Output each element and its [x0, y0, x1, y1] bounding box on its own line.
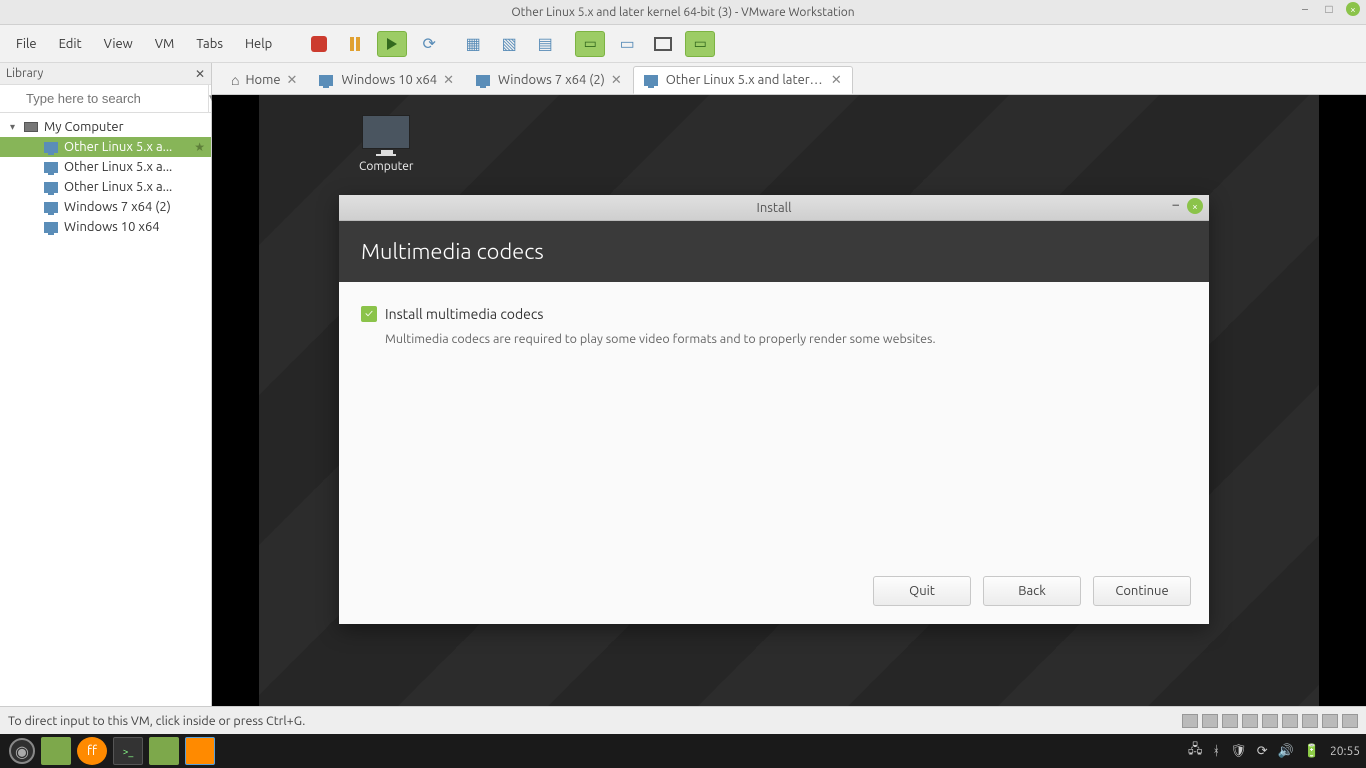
taskbar-folder-icon[interactable] — [149, 737, 179, 765]
toolbar-snapshot-icon[interactable]: ▦ — [459, 30, 487, 58]
vm-icon — [44, 222, 58, 233]
main-area: ⌂ Home ✕ Windows 10 x64 ✕ Windows 7 x64 … — [212, 63, 1366, 706]
installer-minimize-icon[interactable]: – — [1173, 198, 1180, 214]
tray-bluetooth-icon[interactable]: ᚼ — [1212, 744, 1220, 758]
desktop-computer-icon[interactable]: Computer — [359, 115, 413, 173]
tray-network-icon[interactable]: 🖧 — [1188, 740, 1203, 762]
library-item[interactable]: Windows 7 x64 (2) — [0, 197, 211, 217]
toolbar-unity-icon[interactable]: ▭ — [613, 30, 641, 58]
device-icon[interactable] — [1182, 714, 1198, 728]
tray-volume-icon[interactable]: 🔊 — [1278, 744, 1294, 759]
installer-heading: Multimedia codecs — [339, 221, 1209, 282]
tray-updates-icon[interactable]: 🛡 — [1230, 744, 1247, 759]
install-codecs-label: Install multimedia codecs — [385, 306, 543, 322]
vm-icon — [476, 75, 490, 86]
tab-bar: ⌂ Home ✕ Windows 10 x64 ✕ Windows 7 x64 … — [212, 63, 1366, 95]
toolbar-console-button[interactable]: ▭ — [575, 31, 605, 57]
vm-icon — [644, 75, 658, 86]
status-bar: To direct input to this VM, click inside… — [0, 706, 1366, 734]
library-item[interactable]: Other Linux 5.x a... — [0, 177, 211, 197]
menu-view[interactable]: View — [94, 33, 143, 55]
install-codecs-description: Multimedia codecs are required to play s… — [385, 332, 1187, 346]
guest-display[interactable]: Computer Install – × Multimedia codecs — [212, 95, 1366, 706]
tray-sync-icon[interactable]: ⟳ — [1257, 744, 1268, 759]
menu-vm[interactable]: VM — [145, 33, 185, 55]
vm-icon — [44, 202, 58, 213]
window-minimize-icon[interactable]: – — [1298, 2, 1312, 16]
device-icon[interactable] — [1302, 714, 1318, 728]
toolbar-manage-icon[interactable]: ▤ — [531, 30, 559, 58]
library-close-icon[interactable]: ✕ — [195, 67, 205, 81]
menu-help[interactable]: Help — [235, 33, 282, 55]
device-icon[interactable] — [1282, 714, 1298, 728]
toolbar-stop-button[interactable] — [305, 30, 333, 58]
device-icon[interactable] — [1222, 714, 1238, 728]
tab-close-icon[interactable]: ✕ — [611, 73, 622, 88]
tab-home[interactable]: ⌂ Home ✕ — [220, 66, 308, 94]
library-item[interactable]: Windows 10 x64 — [0, 217, 211, 237]
vm-icon — [44, 142, 58, 153]
taskbar-clock[interactable]: 20:55 — [1330, 745, 1360, 758]
library-item[interactable]: Other Linux 5.x a... — [0, 157, 211, 177]
tab-vm[interactable]: Windows 7 x64 (2) ✕ — [465, 66, 633, 94]
quit-button[interactable]: Quit — [873, 576, 971, 606]
status-device-icons — [1182, 714, 1358, 728]
back-button[interactable]: Back — [983, 576, 1081, 606]
taskbar-terminal-icon[interactable]: >_ — [113, 737, 143, 765]
host-taskbar: ◉ ff >_ 🖧 ᚼ 🛡 ⟳ 🔊 🔋 20:55 — [0, 734, 1366, 768]
device-icon[interactable] — [1242, 714, 1258, 728]
toolbar-revert-icon[interactable]: ▧ — [495, 30, 523, 58]
window-titlebar: Other Linux 5.x and later kernel 64-bit … — [0, 0, 1366, 25]
tab-close-icon[interactable]: ✕ — [443, 73, 454, 88]
taskbar-files-icon[interactable] — [41, 737, 71, 765]
vm-icon — [44, 162, 58, 173]
library-item[interactable]: Other Linux 5.x a... — [0, 137, 211, 157]
vm-icon — [319, 75, 333, 86]
toolbar-fullscreen-icon[interactable] — [649, 30, 677, 58]
library-panel: Library ✕ ▾ ▾ My Computer Other Linux 5.… — [0, 63, 212, 706]
continue-button[interactable]: Continue — [1093, 576, 1191, 606]
vm-icon — [44, 182, 58, 193]
toolbar-restart-icon[interactable]: ⟳ — [415, 30, 443, 58]
toolbar-pause-button[interactable] — [341, 30, 369, 58]
installer-titlebar: Install – × — [339, 195, 1209, 221]
library-search-input[interactable] — [0, 85, 208, 112]
window-title: Other Linux 5.x and later kernel 64-bit … — [511, 6, 854, 19]
installer-close-icon[interactable]: × — [1187, 198, 1203, 214]
device-icon[interactable] — [1262, 714, 1278, 728]
library-root[interactable]: ▾ My Computer — [0, 117, 211, 137]
menu-tabs[interactable]: Tabs — [186, 33, 233, 55]
installer-dialog: Install – × Multimedia codecs ✓ Install … — [339, 195, 1209, 624]
device-icon[interactable] — [1322, 714, 1338, 728]
home-icon: ⌂ — [231, 72, 239, 88]
library-title: Library — [6, 67, 43, 80]
taskbar-firefox-icon[interactable]: ff — [77, 737, 107, 765]
install-codecs-checkbox[interactable]: ✓ — [361, 306, 377, 322]
toolbar-play-button[interactable] — [377, 31, 407, 57]
tray-battery-icon[interactable]: 🔋 — [1304, 744, 1320, 759]
menu-bar: File Edit View VM Tabs Help ⟳ ▦ ▧ ▤ ▭ ▭ … — [0, 25, 1366, 63]
taskbar-vmware-icon[interactable] — [185, 737, 215, 765]
device-icon[interactable] — [1202, 714, 1218, 728]
mint-menu-icon[interactable]: ◉ — [9, 738, 35, 764]
menu-file[interactable]: File — [6, 33, 47, 55]
window-close-icon[interactable]: × — [1346, 2, 1360, 16]
tab-close-icon[interactable]: ✕ — [287, 73, 298, 88]
tab-close-icon[interactable]: ✕ — [831, 73, 842, 88]
status-hint: To direct input to this VM, click inside… — [8, 714, 305, 728]
window-maximize-icon[interactable]: □ — [1322, 2, 1336, 16]
tab-vm-active[interactable]: Other Linux 5.x and later kerne... ✕ — [633, 66, 853, 94]
computer-icon — [24, 122, 38, 132]
library-tree: ▾ My Computer Other Linux 5.x a... Other… — [0, 113, 211, 241]
toolbar-stretch-button[interactable]: ▭ — [685, 31, 715, 57]
device-icon[interactable] — [1342, 714, 1358, 728]
tab-vm[interactable]: Windows 10 x64 ✕ — [308, 66, 465, 94]
menu-edit[interactable]: Edit — [49, 33, 92, 55]
